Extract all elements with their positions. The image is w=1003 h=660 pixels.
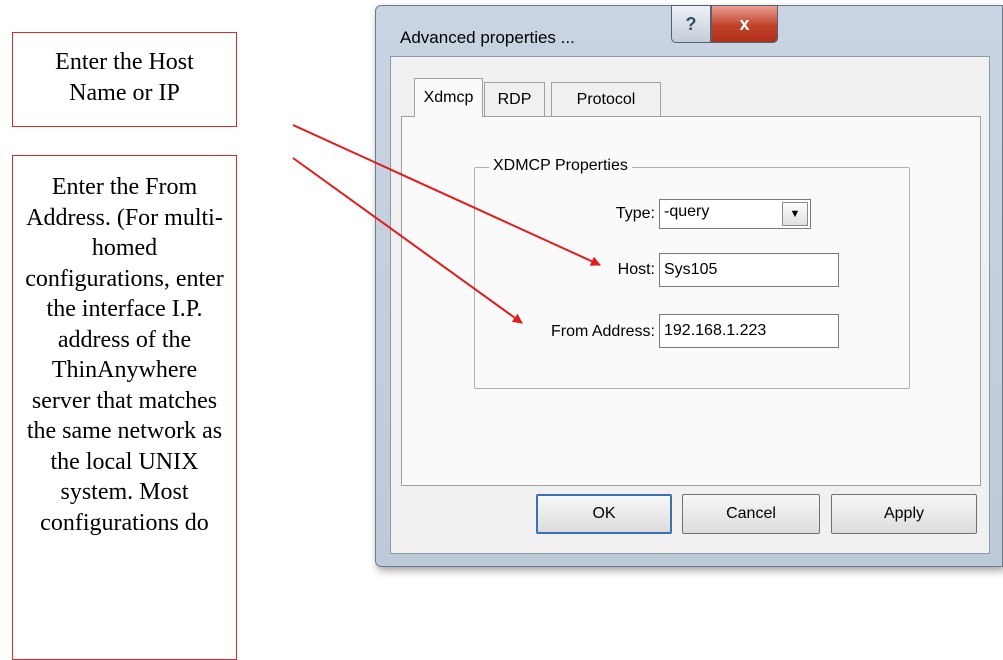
dialog-title: Advanced properties ...: [400, 28, 575, 47]
ok-button[interactable]: OK: [536, 494, 672, 534]
dialog-client-area: Xdmcp RDP Protocol XDMCP Properties Type…: [390, 56, 990, 554]
tab-rdp[interactable]: RDP: [484, 82, 545, 116]
callout-from-address-instruction: Enter the From Address. (For multi-homed…: [12, 155, 237, 660]
callout-host-text: Enter the Host Name or IP: [55, 49, 194, 106]
group-title: XDMCP Properties: [489, 157, 632, 175]
chevron-down-icon[interactable]: ▼: [782, 202, 808, 226]
xdmcp-properties-group: XDMCP Properties Type: -query ▼ Host: Fr…: [474, 157, 910, 389]
xdmcp-tab-panel: XDMCP Properties Type: -query ▼ Host: Fr…: [401, 116, 981, 486]
close-button[interactable]: x: [711, 5, 778, 43]
advanced-properties-dialog: Advanced properties ... ? x Xdmcp RDP Pr…: [375, 5, 1003, 567]
host-label: Host:: [617, 261, 655, 278]
callout-host-instruction: Enter the Host Name or IP: [12, 32, 237, 127]
type-select-value: -query: [664, 203, 710, 220]
host-input[interactable]: [659, 253, 839, 287]
help-icon: ?: [685, 13, 697, 34]
close-icon: x: [739, 13, 750, 34]
help-button[interactable]: ?: [671, 5, 711, 43]
tab-xdmcp[interactable]: Xdmcp: [414, 78, 483, 117]
type-label: Type:: [615, 205, 655, 222]
title-bar[interactable]: Advanced properties ... ? x: [376, 5, 1002, 58]
callout-from-text: Enter the From Address. (For multi-homed…: [25, 174, 224, 536]
from-address-label: From Address:: [550, 323, 655, 340]
tab-protocol[interactable]: Protocol: [551, 82, 661, 116]
cancel-button[interactable]: Cancel: [682, 494, 820, 534]
from-address-input[interactable]: [659, 314, 839, 348]
type-select[interactable]: -query ▼: [659, 199, 811, 229]
apply-button[interactable]: Apply: [831, 494, 977, 534]
